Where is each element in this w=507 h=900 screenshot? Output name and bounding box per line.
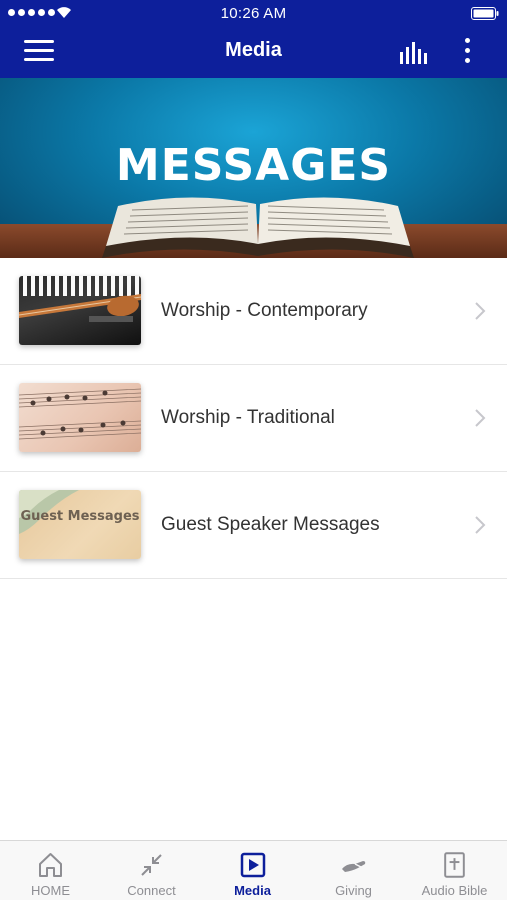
chevron-right-icon	[475, 302, 486, 320]
map-corner-image	[19, 490, 79, 534]
tab-label: Giving	[335, 883, 372, 898]
more-options-icon[interactable]	[457, 38, 477, 66]
banner-title: MESSAGES	[115, 140, 392, 191]
tab-label: Media	[234, 883, 271, 898]
chevron-right-icon	[475, 516, 486, 534]
battery-icon	[471, 7, 499, 20]
tab-audio-bible[interactable]: Audio Bible	[404, 841, 507, 900]
tab-label: Connect	[127, 883, 176, 898]
status-time: 10:26 AM	[220, 5, 287, 22]
thumbnail-caption: Guest Messages	[20, 509, 140, 524]
connect-arrows-icon	[141, 854, 162, 876]
home-icon	[39, 853, 62, 877]
tab-label: Audio Bible	[421, 883, 488, 898]
guest-messages-thumbnail: Guest Messages	[19, 490, 141, 559]
audio-bars-icon[interactable]	[399, 40, 431, 66]
list-item-worship-contemporary[interactable]: Worship - Contemporary	[0, 258, 507, 365]
tab-connect[interactable]: Connect	[101, 841, 202, 900]
open-bible-image	[102, 197, 414, 258]
play-icon	[240, 852, 266, 878]
list-item-label: Worship - Traditional	[161, 407, 335, 428]
sheet-music-thumbnail	[19, 383, 141, 452]
tab-giving[interactable]: Giving	[303, 841, 404, 900]
sheet-music-image	[19, 388, 141, 440]
giving-hand-icon	[342, 861, 366, 872]
guitar-keyboard-thumbnail	[19, 276, 141, 345]
chevron-right-icon	[475, 409, 486, 427]
nav-bar: Media	[0, 26, 507, 78]
list-item-guest-speaker-messages[interactable]: Guest Messages Guest Speaker Messages	[0, 472, 507, 579]
list-item-label: Worship - Contemporary	[161, 300, 368, 321]
list-item-label: Guest Speaker Messages	[161, 514, 380, 535]
tab-label: HOME	[31, 883, 70, 898]
guitar-image	[19, 294, 141, 322]
status-bar: 10:26 AM	[0, 0, 507, 26]
tab-home[interactable]: HOME	[0, 841, 101, 900]
tab-bar: HOME Connect Media Giving Audio Bible	[0, 840, 507, 900]
tab-media[interactable]: Media	[202, 841, 303, 900]
list-item-worship-traditional[interactable]: Worship - Traditional	[0, 365, 507, 472]
messages-banner: MESSAGES	[0, 78, 507, 258]
bible-icon	[444, 852, 465, 878]
media-list: Worship - Contemporary Worship - Traditi…	[0, 258, 507, 579]
